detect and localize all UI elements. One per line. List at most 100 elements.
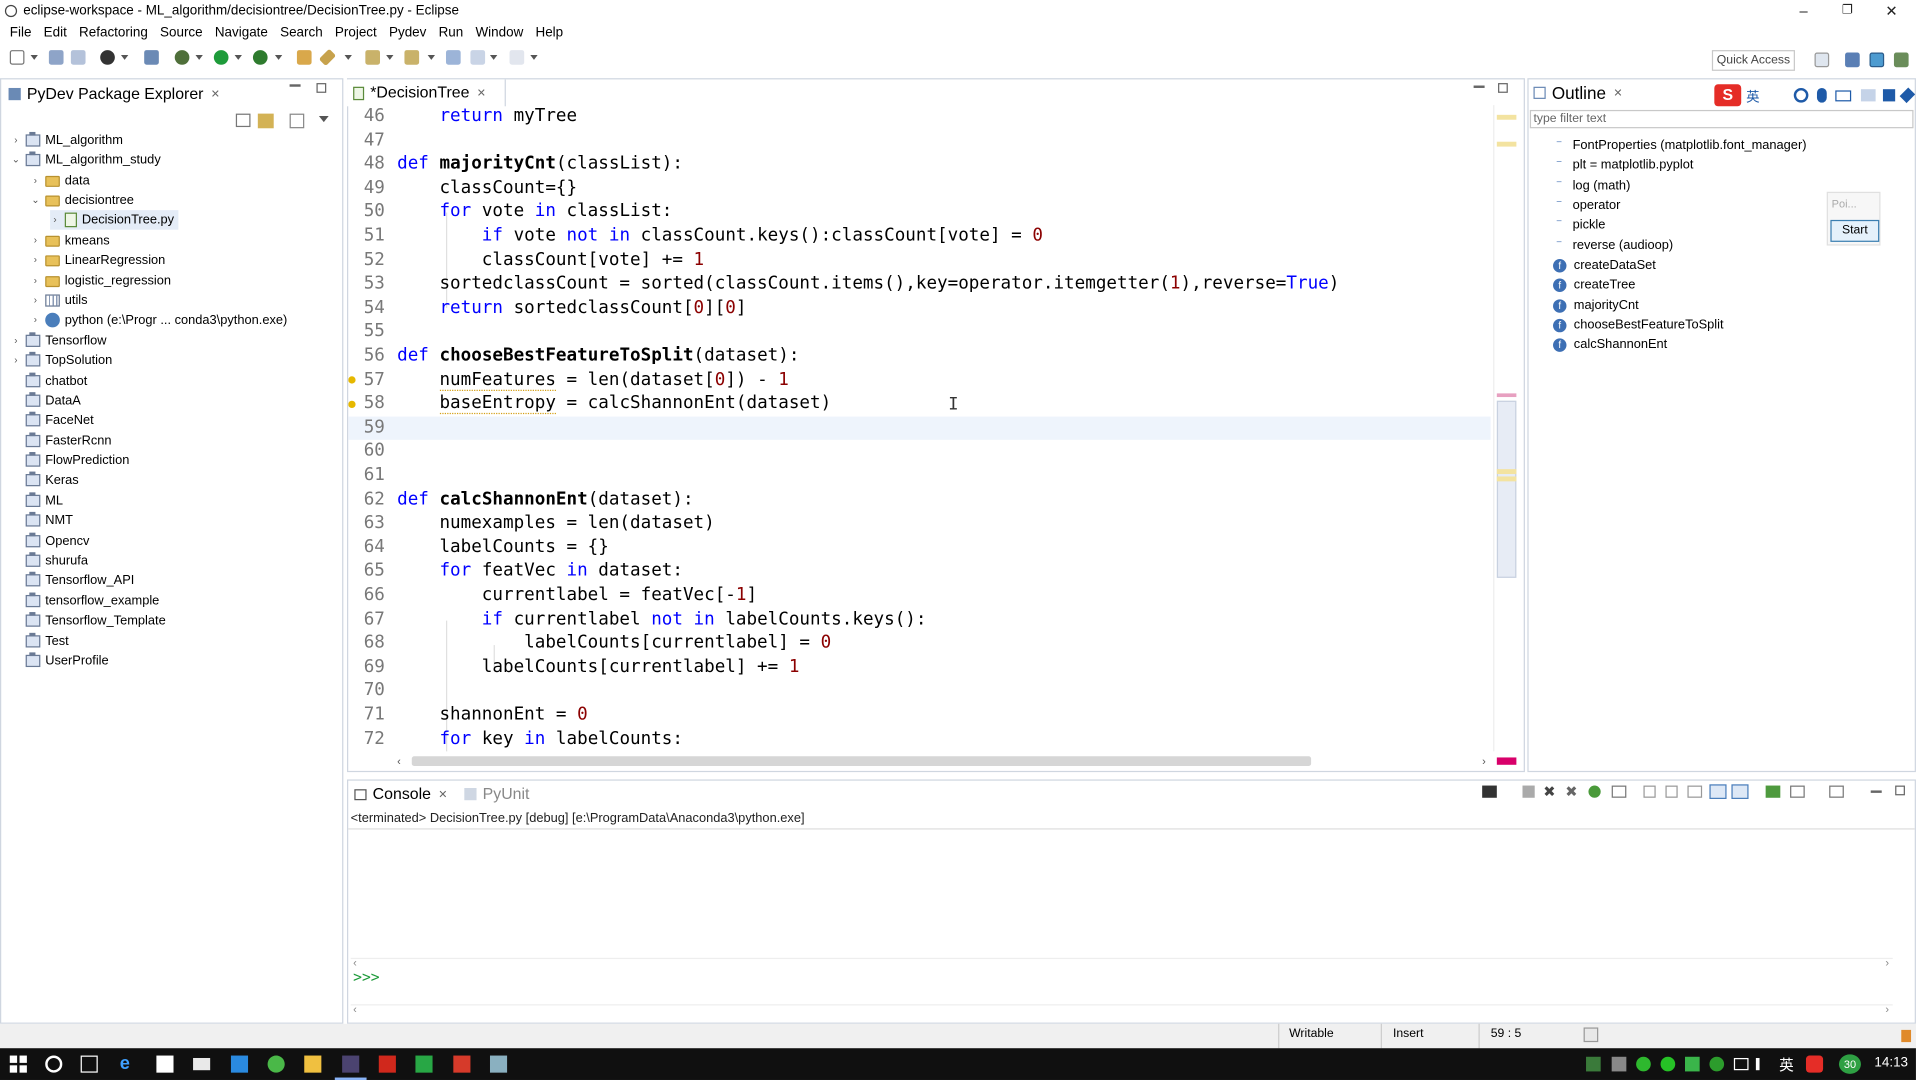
terminal-icon[interactable] [144,50,159,65]
menu-file[interactable]: File [4,26,38,41]
vertical-scrollbar-thumb[interactable] [1496,400,1517,578]
tree-item-linearregression[interactable]: › LinearRegression [31,250,166,270]
tree-item-test[interactable]: Test [11,632,69,652]
tree-item-tensorflow-template[interactable]: Tensorflow_Template [11,611,166,631]
last-edit-icon[interactable] [445,50,461,65]
warning-icon[interactable] [348,376,356,384]
tree-item-userprofile[interactable]: UserProfile [11,651,109,671]
new-icon[interactable] [9,50,25,65]
menu-window[interactable]: Window [469,26,529,41]
store-icon[interactable] [156,1055,174,1073]
clock[interactable]: 14:13 [1874,1056,1908,1071]
tree-item-shurufa[interactable]: shurufa [11,551,88,571]
ime-language-indicator[interactable]: 英 [1746,87,1759,107]
pydev-perspective-icon[interactable] [1845,52,1860,68]
start-button[interactable]: Start [1830,219,1880,242]
back-icon[interactable] [470,50,486,65]
quick-access-field[interactable]: Quick Access [1711,50,1795,71]
network-icon[interactable] [1733,1057,1749,1071]
menu-help[interactable]: Help [529,26,569,41]
shield-icon[interactable] [1685,1056,1700,1072]
remove-launch-icon[interactable]: ✖ [1543,783,1555,800]
save-icon[interactable] [48,50,64,65]
minimize-console-icon[interactable] [1870,790,1882,793]
open-folder-icon[interactable] [296,50,312,65]
menu-refactoring[interactable]: Refactoring [73,26,154,41]
sogou-tray-icon[interactable] [1805,1055,1824,1073]
tree-item-kmeans[interactable]: › kmeans [31,231,110,251]
console-display-icon[interactable] [1482,785,1497,798]
horizontal-scrollbar[interactable]: ‹ › [397,752,1492,769]
error-indicator[interactable] [1496,757,1517,765]
user-icon[interactable] [1882,89,1896,102]
tree-item-keras[interactable]: Keras [11,470,79,490]
warning-marker[interactable] [1496,476,1517,482]
emoji-icon[interactable] [1793,87,1809,103]
console-tab[interactable]: Console ✕ [354,782,448,806]
minimize-button[interactable]: – [1782,0,1826,22]
clear-console-icon[interactable] [1643,785,1656,798]
debug-perspective-switch-icon[interactable] [1893,52,1909,68]
file-explorer-icon[interactable] [304,1055,322,1073]
outline-item[interactable]: f createDataSet [1553,255,1656,275]
tree-item-tensorflow-api[interactable]: Tensorflow_API [11,571,134,591]
console-input-scrollbar[interactable]: ‹ › [350,1003,1893,1016]
external-tools-icon[interactable] [252,50,268,65]
tree-item-chatbot[interactable]: chatbot [11,371,87,391]
close-icon[interactable]: ✕ [477,81,486,105]
tree-item-data[interactable]: › data [31,171,90,191]
collapse-all-icon[interactable] [235,113,251,128]
debug-perspective-icon[interactable] [100,50,115,65]
maximize-console-icon[interactable] [1895,785,1905,796]
edge-icon[interactable]: e [120,1054,137,1072]
tree-item-facenet[interactable]: FaceNet [11,410,94,430]
tree-item-fasterrcnn[interactable]: FasterRcnn [11,431,112,451]
outline-tab[interactable]: Outline ✕ [1533,81,1623,105]
tree-item-decisiontree[interactable]: ⌄ decisiontree [31,191,134,211]
task-view-icon[interactable] [80,1055,98,1073]
menu-search[interactable]: Search [274,26,329,41]
outline-item[interactable]: ⁻ reverse (audioop) [1553,236,1673,256]
menu-pydev[interactable]: Pydev [383,26,433,41]
editor-tab-decisiontree[interactable]: *DecisionTree ✕ [347,79,506,107]
link-with-editor-icon[interactable] [257,113,274,129]
outline-item[interactable]: ⁻ log (math) [1553,176,1630,196]
python-perspective-icon[interactable] [1869,52,1885,68]
clipboard-icon[interactable] [1583,1027,1599,1043]
tree-item-decisiontree-py[interactable]: › DecisionTree.py [50,210,179,230]
remove-all-icon[interactable]: ✖ [1565,783,1577,800]
keyboard-icon[interactable] [1835,90,1852,102]
display-selected-console-icon[interactable] [1790,785,1805,798]
tree-item-opencv[interactable]: Opencv [11,531,89,551]
chrome-icon[interactable] [267,1055,285,1073]
filter-icon[interactable] [289,113,305,129]
outline-item[interactable]: f calcShannonEnt [1553,335,1667,355]
forward-icon[interactable] [509,50,525,65]
console-scrollbar[interactable]: ‹ › [350,957,1893,970]
show-on-output-icon[interactable] [1709,784,1727,799]
save-all-icon[interactable] [70,50,86,65]
outline-item[interactable]: ⁻ operator [1553,195,1620,215]
open-perspective-icon[interactable] [1814,52,1830,68]
tray-app-icon[interactable] [1586,1056,1601,1072]
skin-icon[interactable] [1860,89,1876,102]
close-button[interactable]: ✕ [1870,0,1914,22]
package-explorer-tab[interactable]: PyDev Package Explorer ✕ [8,82,220,106]
progress-icon[interactable] [1901,1029,1912,1043]
menu-project[interactable]: Project [329,26,383,41]
scroll-left-icon[interactable]: ‹ [397,755,401,767]
menu-edit[interactable]: Edit [38,26,73,41]
copy-icon[interactable] [1611,785,1627,798]
tree-item-tensorflow[interactable]: › Tensorflow [11,331,107,351]
tray-app-icon[interactable] [1636,1056,1651,1072]
bug-icon[interactable] [174,50,190,65]
green-app-icon[interactable] [415,1055,433,1073]
ime-indicator[interactable]: 英 [1779,1054,1794,1075]
tray-app-icon[interactable] [1709,1056,1725,1072]
code-area[interactable]: 46 return myTree 47 48 def majorityCnt(cl… [348,105,1491,752]
warning-icon[interactable] [348,400,356,409]
red-app-icon[interactable] [453,1055,471,1073]
menu-run[interactable]: Run [432,26,469,41]
prev-annotation-icon[interactable] [404,50,420,65]
word-wrap-icon[interactable] [1687,785,1703,798]
